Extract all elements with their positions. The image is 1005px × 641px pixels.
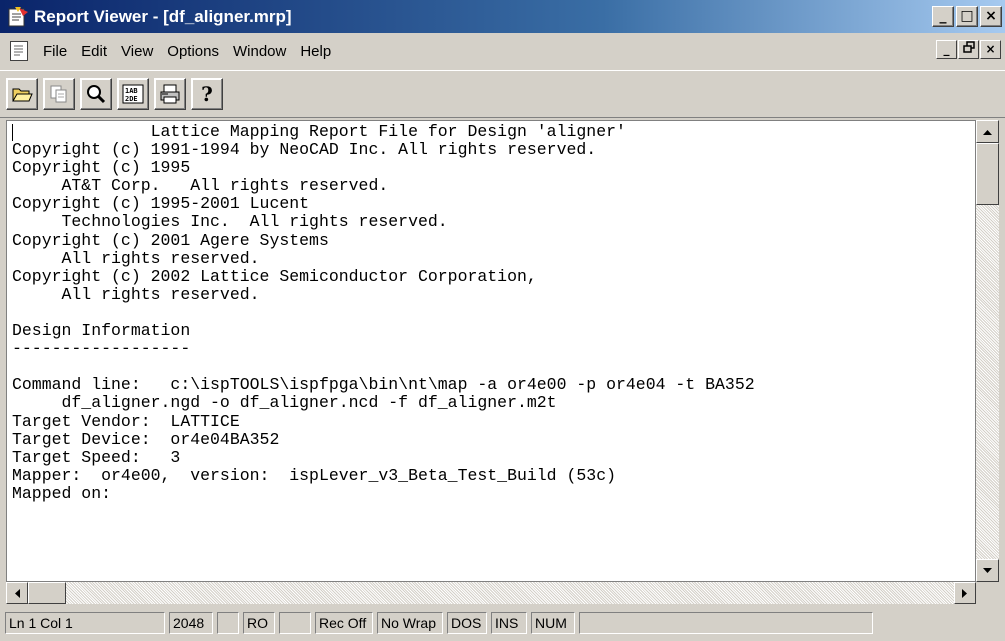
status-cursor-position: Ln 1 Col 1 — [5, 612, 165, 634]
child-minimize-button[interactable]: _ — [936, 40, 957, 59]
scrollbar-corner — [976, 582, 999, 604]
status-numlock: NUM — [531, 612, 575, 634]
vertical-scroll-thumb[interactable] — [976, 143, 999, 205]
document-icon[interactable] — [10, 41, 28, 61]
left-arrow-icon — [15, 588, 20, 598]
minimize-button[interactable]: _ — [932, 6, 954, 27]
status-readonly: RO — [243, 612, 275, 634]
copy-button[interactable] — [43, 78, 75, 110]
status-empty-pane — [279, 612, 311, 634]
text-cursor — [12, 124, 13, 141]
down-arrow-icon — [983, 567, 992, 573]
status-record: Rec Off — [315, 612, 373, 634]
help-button[interactable]: ? — [191, 78, 223, 110]
scroll-right-button[interactable] — [954, 582, 976, 604]
vertical-scrollbar[interactable] — [976, 120, 999, 582]
status-insert: INS — [491, 612, 527, 634]
status-bar: Ln 1 Col 1 2048 RO Rec Off No Wrap DOS I… — [0, 605, 1005, 641]
scroll-down-button[interactable] — [976, 559, 999, 582]
menu-help[interactable]: Help — [293, 43, 338, 60]
menu-file[interactable]: File — [36, 43, 74, 60]
horizontal-scroll-thumb[interactable] — [28, 582, 66, 604]
status-format: DOS — [447, 612, 487, 634]
status-file-size: 2048 — [169, 612, 213, 634]
search-icon — [87, 85, 106, 104]
svg-text:1AB: 1AB — [125, 87, 138, 95]
close-button[interactable]: × — [980, 6, 1002, 27]
svg-text:2DE: 2DE — [125, 95, 138, 103]
open-button[interactable] — [6, 78, 38, 110]
print-button[interactable] — [154, 78, 186, 110]
help-icon: ? — [201, 82, 213, 106]
toolbar: 1AB 2DE ? — [0, 70, 1005, 118]
menu-window[interactable]: Window — [226, 43, 293, 60]
title-bar[interactable]: Report Viewer - [df_aligner.mrp] _ □ × — [0, 0, 1005, 33]
status-wrap: No Wrap — [377, 612, 443, 634]
find-button[interactable] — [80, 78, 112, 110]
copy-icon — [50, 85, 67, 103]
sort-icon: 1AB 2DE — [122, 84, 144, 104]
report-viewer-app-icon[interactable] — [7, 6, 29, 28]
horizontal-scrollbar[interactable] — [6, 582, 976, 604]
report-viewer-window: Report Viewer - [df_aligner.mrp] _ □ × F… — [0, 0, 1005, 641]
menu-edit[interactable]: Edit — [74, 43, 114, 60]
menu-view[interactable]: View — [114, 43, 160, 60]
child-restore-button[interactable] — [958, 40, 979, 59]
menu-bar: File Edit View Options Window Help _ × — [0, 36, 1005, 66]
window-title: Report Viewer - [df_aligner.mrp] — [34, 6, 292, 26]
right-arrow-icon — [962, 588, 967, 598]
up-arrow-icon — [983, 129, 992, 135]
printer-icon — [160, 84, 180, 104]
status-empty-pane — [217, 612, 239, 634]
scroll-up-button[interactable] — [976, 120, 999, 143]
menu-options[interactable]: Options — [160, 43, 226, 60]
report-content: Lattice Mapping Report File for Design '… — [12, 122, 755, 503]
report-text-area[interactable]: Lattice Mapping Report File for Design '… — [6, 120, 976, 582]
sort-button[interactable]: 1AB 2DE — [117, 78, 149, 110]
scroll-left-button[interactable] — [6, 582, 28, 604]
open-folder-icon — [12, 88, 33, 102]
status-empty-pane — [579, 612, 873, 634]
child-close-button[interactable]: × — [980, 40, 1001, 59]
maximize-button[interactable]: □ — [956, 6, 978, 27]
